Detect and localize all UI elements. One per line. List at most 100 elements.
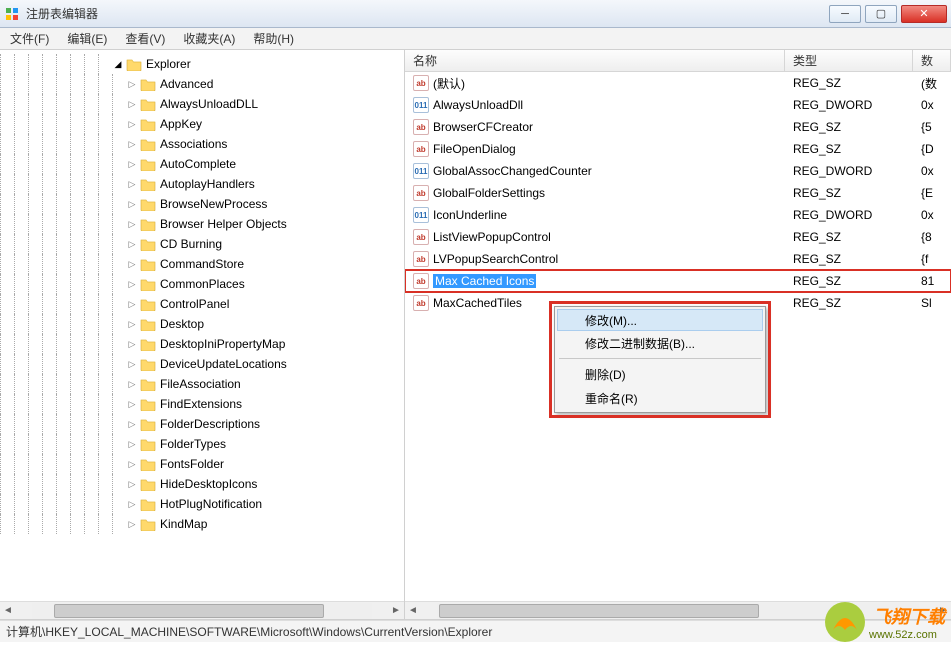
expand-icon[interactable]: ▷ (126, 278, 138, 290)
tree-node-explorer[interactable]: ◢Explorer (0, 54, 404, 74)
expand-icon[interactable]: ▷ (126, 218, 138, 230)
tree-node[interactable]: ▷Advanced (0, 74, 404, 94)
value-name: FileOpenDialog (433, 142, 516, 156)
tree-node[interactable]: ▷ Desktop (0, 314, 404, 334)
list-row[interactable]: 011AlwaysUnloadDllREG_DWORD0x (405, 94, 951, 116)
list-row[interactable]: ab(默认)REG_SZ(数 (405, 72, 951, 94)
value-type: REG_SZ (785, 142, 913, 156)
list-row[interactable]: abMax Cached IconsREG_SZ81 (405, 270, 951, 292)
list-row[interactable]: 011GlobalAssocChangedCounterREG_DWORD0x (405, 160, 951, 182)
expand-icon[interactable]: ▷ (126, 518, 138, 530)
menu-favorites[interactable]: 收藏夹(A) (177, 28, 241, 49)
value-dword-icon: 011 (413, 163, 429, 179)
value-name: LVPopupSearchControl (433, 252, 558, 266)
tree-node[interactable]: ▷DesktopIniPropertyMap (0, 334, 404, 354)
expand-icon[interactable]: ▷ (126, 138, 138, 150)
value-name: (默认) (433, 75, 465, 92)
ctx-rename[interactable]: 重命名(R) (557, 386, 763, 410)
value-data: 0x (913, 164, 951, 178)
ctx-modify[interactable]: 修改(M)... (557, 309, 763, 331)
list-row[interactable]: abLVPopupSearchControlREG_SZ{f (405, 248, 951, 270)
tree-node[interactable]: ▷FolderDescriptions (0, 414, 404, 434)
tree-node[interactable]: ▷HotPlugNotification (0, 494, 404, 514)
tree-node[interactable]: ▷AlwaysUnloadDLL (0, 94, 404, 114)
tree-node[interactable]: ▷FolderTypes (0, 434, 404, 454)
expand-icon[interactable]: ▷ (126, 178, 138, 190)
scroll-left-icon[interactable]: ◄ (0, 603, 16, 619)
minimize-button[interactable]: ─ (829, 5, 861, 23)
column-data[interactable]: 数 (913, 50, 951, 71)
right-horizontal-scrollbar[interactable]: ◄ ► (405, 601, 951, 619)
menu-help[interactable]: 帮助(H) (247, 28, 300, 49)
folder-icon (140, 517, 156, 531)
tree-node[interactable]: ▷Associations (0, 134, 404, 154)
expand-icon[interactable]: ▷ (126, 318, 138, 330)
menu-view[interactable]: 查看(V) (119, 28, 171, 49)
status-path: 计算机\HKEY_LOCAL_MACHINE\SOFTWARE\Microsof… (6, 623, 492, 640)
tree-node[interactable]: ▷ControlPanel (0, 294, 404, 314)
value-data: 81 (913, 274, 951, 288)
expand-icon[interactable]: ▷ (126, 498, 138, 510)
column-type[interactable]: 类型 (785, 50, 913, 71)
tree-node[interactable]: ▷CommandStore (0, 254, 404, 274)
expand-icon[interactable]: ▷ (126, 478, 138, 490)
expand-icon[interactable]: ▷ (126, 118, 138, 130)
value-type: REG_SZ (785, 274, 913, 288)
menu-file[interactable]: 文件(F) (4, 28, 55, 49)
expand-icon[interactable]: ▷ (126, 378, 138, 390)
status-bar: 计算机\HKEY_LOCAL_MACHINE\SOFTWARE\Microsof… (0, 620, 951, 642)
tree-node[interactable]: ▷CD Burning (0, 234, 404, 254)
expand-icon[interactable]: ▷ (126, 338, 138, 350)
expand-icon[interactable]: ▷ (126, 398, 138, 410)
folder-icon (140, 117, 156, 131)
value-name: ListViewPopupControl (433, 230, 551, 244)
collapse-icon[interactable]: ◢ (112, 58, 124, 70)
tree-node[interactable]: ▷FontsFolder (0, 454, 404, 474)
list-row[interactable]: abBrowserCFCreatorREG_SZ{5 (405, 116, 951, 138)
tree-node[interactable]: ▷AutoComplete (0, 154, 404, 174)
context-menu: 修改(M)... 修改二进制数据(B)... 删除(D) 重命名(R) (554, 306, 766, 413)
scroll-right-icon[interactable]: ► (935, 603, 951, 619)
tree-label: DeviceUpdateLocations (160, 357, 287, 371)
list-row[interactable]: abGlobalFolderSettingsREG_SZ{E (405, 182, 951, 204)
value-name: IconUnderline (433, 208, 507, 222)
left-horizontal-scrollbar[interactable]: ◄ ► (0, 601, 404, 619)
expand-icon[interactable]: ▷ (126, 438, 138, 450)
tree-node[interactable]: ▷AutoplayHandlers (0, 174, 404, 194)
expand-icon[interactable]: ▷ (126, 238, 138, 250)
list-row[interactable]: abListViewPopupControlREG_SZ{8 (405, 226, 951, 248)
tree-node[interactable]: ▷FindExtensions (0, 394, 404, 414)
tree-node[interactable]: ▷HideDesktopIcons (0, 474, 404, 494)
ctx-modify-binary[interactable]: 修改二进制数据(B)... (557, 331, 763, 355)
tree-label: Desktop (160, 317, 204, 331)
close-button[interactable]: ✕ (901, 5, 947, 23)
expand-icon[interactable]: ▷ (126, 78, 138, 90)
expand-icon[interactable]: ▷ (126, 258, 138, 270)
tree-node[interactable]: ▷FileAssociation (0, 374, 404, 394)
scroll-left-icon[interactable]: ◄ (405, 603, 421, 619)
tree-node[interactable]: ▷CommonPlaces (0, 274, 404, 294)
list-row[interactable]: 011IconUnderlineREG_DWORD0x (405, 204, 951, 226)
tree-node[interactable]: ▷AppKey (0, 114, 404, 134)
list-row[interactable]: abFileOpenDialogREG_SZ{D (405, 138, 951, 160)
value-data: {8 (913, 230, 951, 244)
tree-node[interactable]: ▷ DeviceUpdateLocations (0, 354, 404, 374)
expand-icon[interactable]: ▷ (126, 458, 138, 470)
value-type: REG_SZ (785, 252, 913, 266)
tree-node[interactable]: ▷KindMap (0, 514, 404, 534)
folder-icon (140, 337, 156, 351)
expand-icon[interactable]: ▷ (126, 418, 138, 430)
expand-icon[interactable]: ▷ (126, 358, 138, 370)
menu-edit[interactable]: 编辑(E) (61, 28, 113, 49)
expand-icon[interactable]: ▷ (126, 98, 138, 110)
column-name[interactable]: 名称 (405, 50, 785, 71)
expand-icon[interactable]: ▷ (126, 198, 138, 210)
maximize-button[interactable]: ▢ (865, 5, 897, 23)
expand-icon[interactable]: ▷ (126, 298, 138, 310)
ctx-delete[interactable]: 删除(D) (557, 362, 763, 386)
scroll-right-icon[interactable]: ► (388, 603, 404, 619)
tree-node[interactable]: ▷BrowseNewProcess (0, 194, 404, 214)
tree-node[interactable]: ▷Browser Helper Objects (0, 214, 404, 234)
folder-icon (140, 257, 156, 271)
expand-icon[interactable]: ▷ (126, 158, 138, 170)
